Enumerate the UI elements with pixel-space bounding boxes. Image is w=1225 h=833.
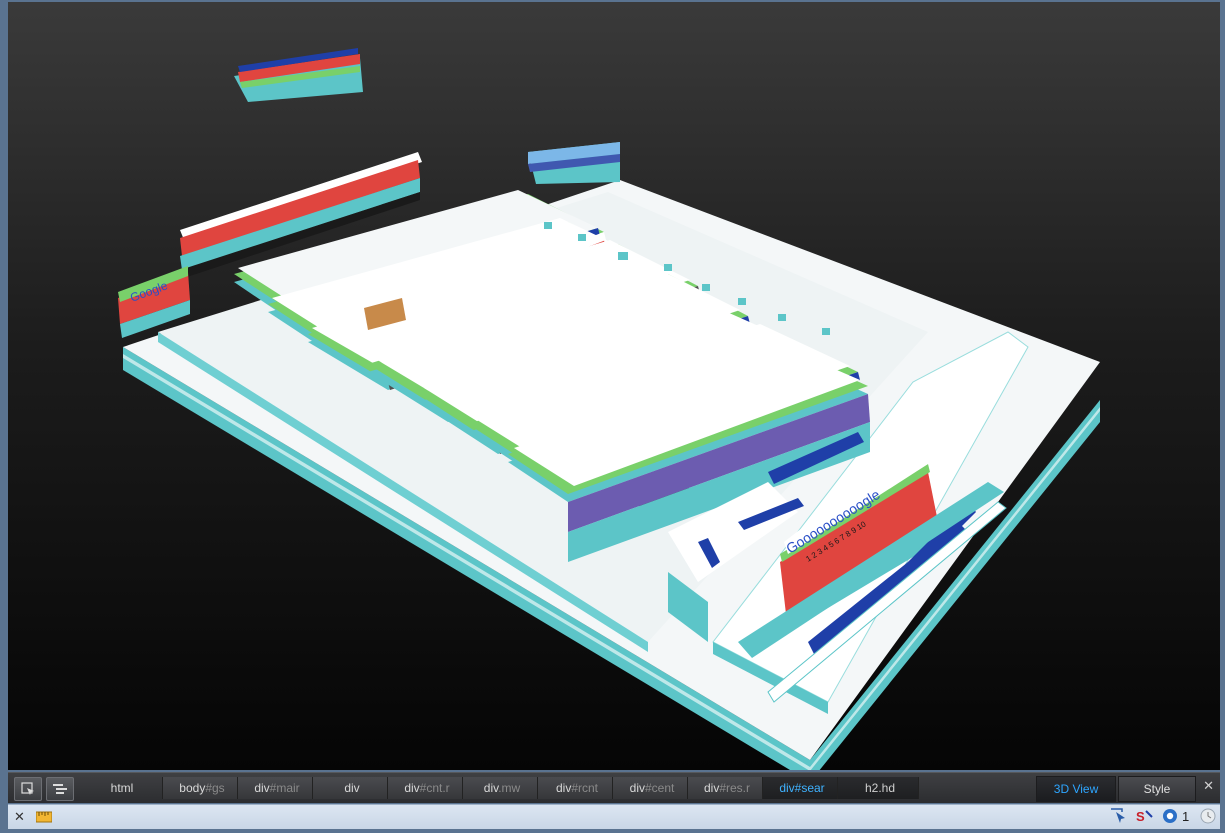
script-debug-icon: S: [1136, 809, 1153, 824]
floating-search-block: [528, 142, 620, 184]
clock-button[interactable]: [1200, 808, 1216, 826]
clock-icon: [1200, 808, 1216, 824]
breadcrumb-item[interactable]: h2.hd: [838, 777, 919, 799]
floating-header-block: [234, 48, 363, 102]
3d-view-button[interactable]: 3D View: [1036, 776, 1116, 802]
breadcrumb: html body#gs div#mair div div#cnt.r div.…: [78, 777, 919, 799]
message-count: 1: [1182, 809, 1190, 824]
svg-text:S: S: [1136, 809, 1145, 824]
dom-tree-button[interactable]: [46, 777, 74, 801]
breadcrumb-item-selected[interactable]: div#sear: [763, 777, 838, 799]
status-bar: ✕ S 1: [8, 804, 1220, 829]
ruler-button[interactable]: [35, 810, 53, 828]
breadcrumb-item[interactable]: div.mw: [463, 777, 538, 799]
inspect-cursor-icon: [1111, 808, 1125, 823]
breadcrumb-item[interactable]: div#res.r: [688, 777, 763, 799]
ruler-icon: [35, 811, 53, 823]
close-panel-button[interactable]: ✕: [1203, 778, 1214, 794]
info-icon: [1163, 809, 1177, 823]
dom-breadcrumb-bar: html body#gs div#mair div div#cnt.r div.…: [8, 772, 1220, 803]
breadcrumb-item[interactable]: div#cnt.r: [388, 777, 463, 799]
3d-view-viewport[interactable]: Google Goooooooooogle 1 2 3 4 5 6 7 8 9 …: [8, 2, 1220, 770]
close-devtools-button[interactable]: ✕: [14, 808, 25, 826]
select-element-icon: [21, 782, 34, 795]
dom-3d-scene[interactable]: Google Goooooooooogle 1 2 3 4 5 6 7 8 9 …: [8, 2, 1220, 770]
style-button[interactable]: Style: [1118, 776, 1196, 802]
select-element-button[interactable]: [14, 777, 42, 801]
breadcrumb-item[interactable]: body#gs: [163, 777, 238, 799]
breadcrumb-item[interactable]: html: [78, 777, 163, 799]
breadcrumb-item[interactable]: div#cent: [613, 777, 688, 799]
breadcrumb-item[interactable]: div#mair: [238, 777, 313, 799]
info-button[interactable]: [1162, 808, 1178, 826]
breadcrumb-item[interactable]: div: [313, 777, 388, 799]
breadcrumb-item[interactable]: div#rcnt: [538, 777, 613, 799]
script-debug-button[interactable]: S: [1136, 808, 1154, 826]
inspect-cursor-button[interactable]: [1110, 808, 1128, 826]
dom-tree-icon: [53, 784, 67, 794]
